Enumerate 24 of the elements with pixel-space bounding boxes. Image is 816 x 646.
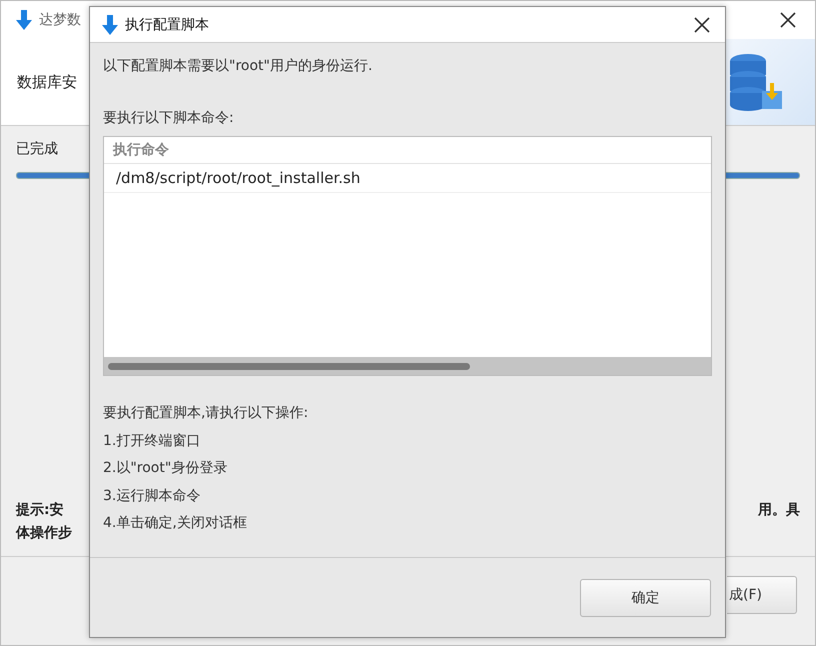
finish-button[interactable]: 成(F) xyxy=(727,576,797,614)
dialog-title: 执行配置脚本 xyxy=(125,16,209,34)
download-icon xyxy=(101,14,119,34)
column-header: 执行命令 xyxy=(104,137,711,164)
ok-button[interactable]: 确定 xyxy=(580,579,711,617)
scrollbar-thumb[interactable] xyxy=(108,362,470,370)
close-icon[interactable] xyxy=(693,16,711,34)
download-icon xyxy=(15,10,33,30)
table-cell[interactable]: /dm8/script/root/root_installer.sh xyxy=(104,164,711,193)
status-label: 已完成 xyxy=(16,140,58,158)
instruction-text: 3.运行脚本命令 xyxy=(103,486,202,506)
window-title: 达梦数 xyxy=(39,11,81,29)
instruction-text: 4.单击确定,关闭对话框 xyxy=(103,514,248,533)
section-label: 要执行以下脚本命令: xyxy=(103,109,235,127)
tip-text: 用。具 xyxy=(758,501,800,520)
tip-text: 提示:安 xyxy=(16,501,65,519)
scrollbar[interactable] xyxy=(104,357,711,375)
instruction-text: 要执行配置脚本,请执行以下操作: xyxy=(103,404,310,423)
page-heading: 数据库安 xyxy=(17,72,77,92)
tip-text: 体操作步 xyxy=(16,524,72,542)
intro-text: 以下配置脚本需要以"root"用户的身份运行. xyxy=(103,57,374,75)
instruction-text: 2.以"root"身份登录 xyxy=(103,459,228,478)
close-icon[interactable] xyxy=(779,11,797,29)
instruction-text: 1.打开终端窗口 xyxy=(103,432,202,450)
